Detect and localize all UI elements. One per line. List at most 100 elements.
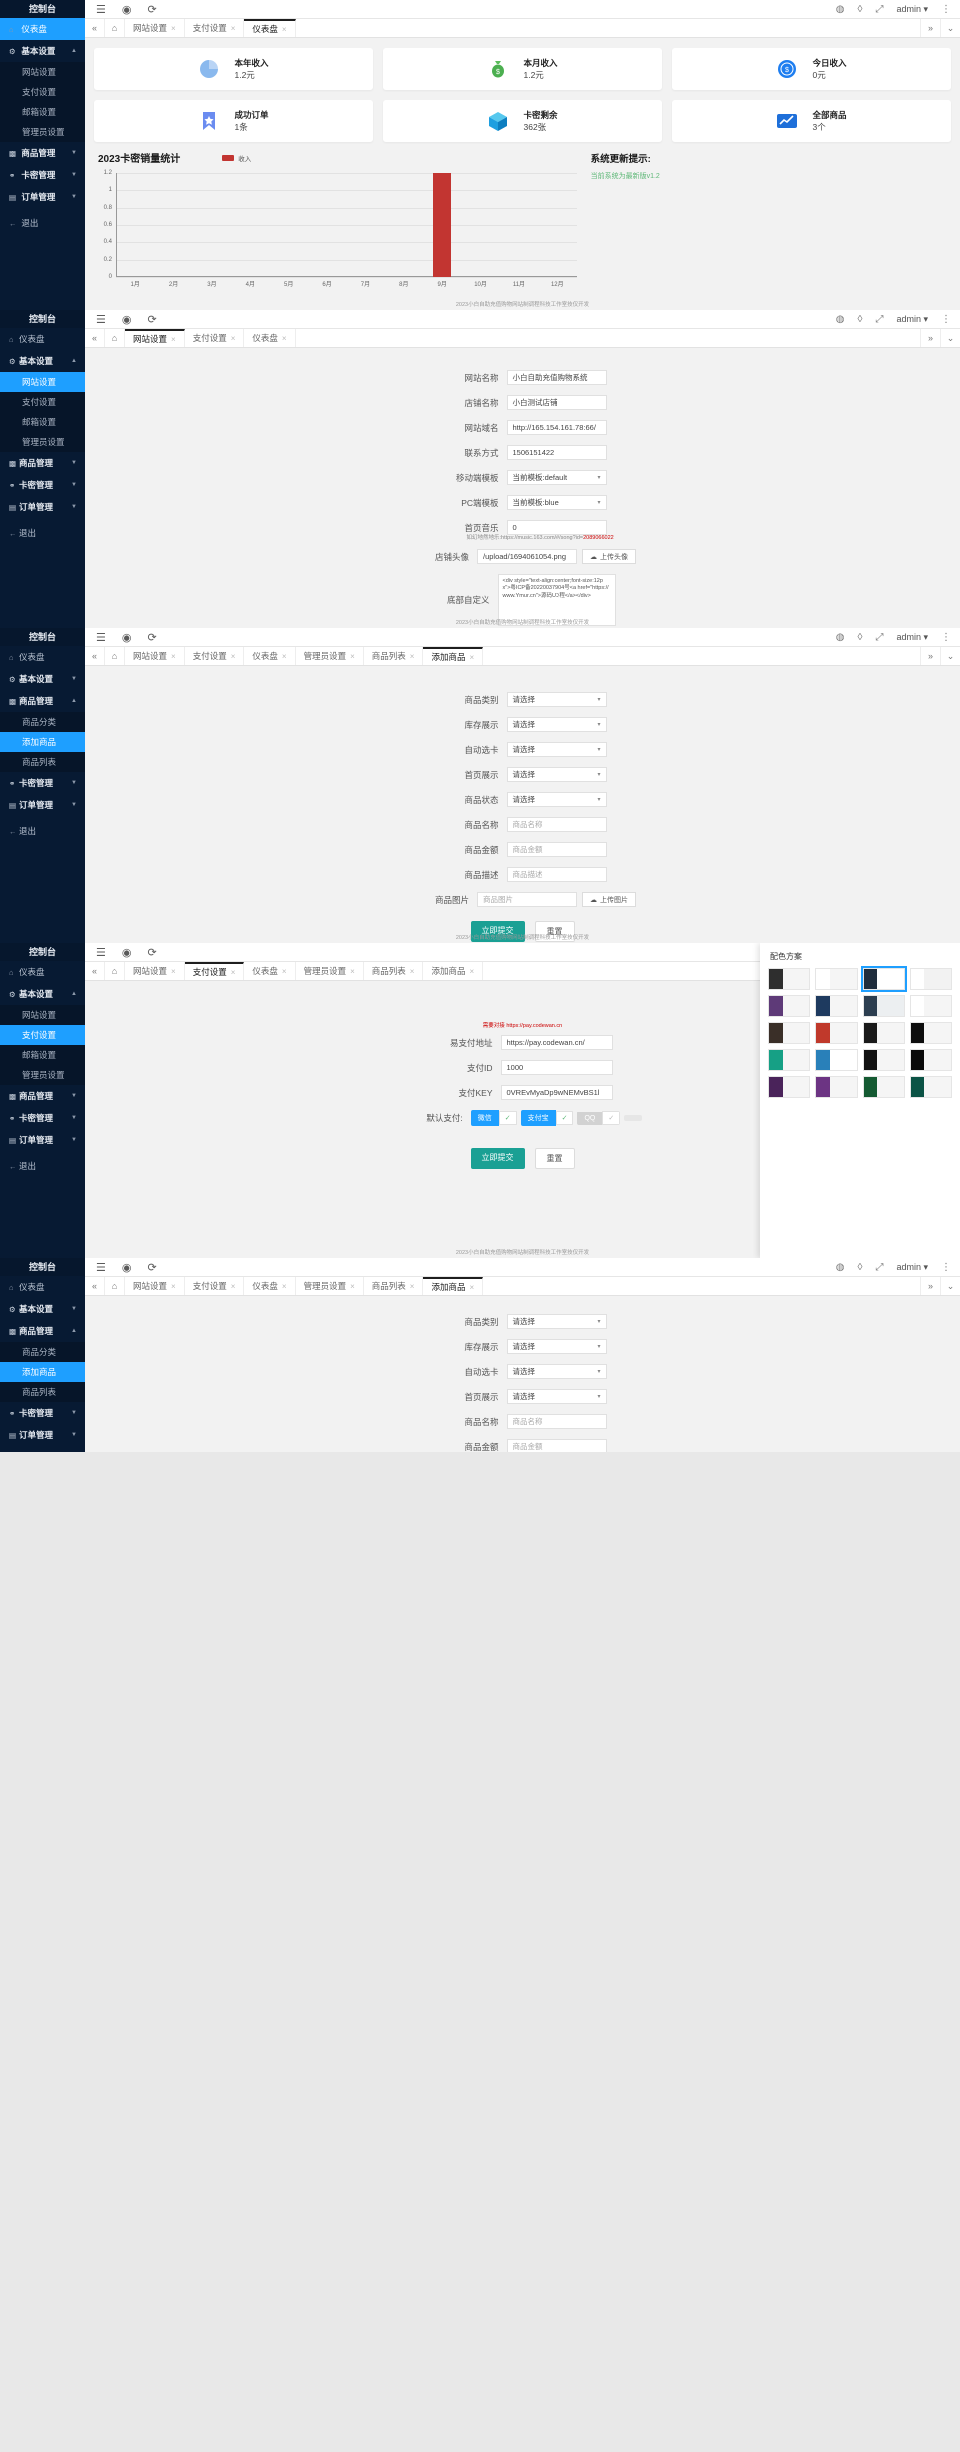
pc-template-select[interactable]: 当前模板:blue ▾: [506, 495, 607, 510]
sidebar-item-payment-settings[interactable]: 支付设置: [0, 392, 85, 412]
close-icon[interactable]: ×: [282, 1282, 287, 1291]
sidebar-group-goods[interactable]: ▩ 商品管理 ▲: [0, 1320, 85, 1342]
sidebar-group-cards[interactable]: ⚭ 卡密管理 ▼: [0, 474, 85, 496]
sidebar-item-admin-settings[interactable]: 管理员设置: [0, 432, 85, 452]
upload-avatar-button[interactable]: ☁ 上传头像: [582, 549, 636, 564]
tab-website-settings[interactable]: 网站设置 ×: [125, 329, 185, 347]
palette-icon[interactable]: ◍: [836, 314, 845, 325]
tab-website-settings[interactable]: 网站设置 ×: [125, 962, 185, 980]
contact-input[interactable]: 1506151422: [506, 445, 607, 460]
tab-dashboard[interactable]: 仪表盘 ×: [244, 19, 296, 37]
tab-product-list[interactable]: 商品列表 ×: [363, 647, 424, 665]
fullscreen-icon[interactable]: ⤢: [875, 632, 883, 643]
product-price-input[interactable]: 商品金额: [506, 842, 607, 857]
sidebar-item-payment-settings[interactable]: 支付设置: [0, 82, 85, 102]
theme-swatch[interactable]: [862, 1076, 905, 1098]
menu-toggle-icon[interactable]: ☰: [96, 3, 106, 16]
tab-add-product[interactable]: 添加商品 ×: [423, 962, 484, 980]
sidebar-group-orders[interactable]: ▤ 订单管理 ▼: [0, 1424, 85, 1446]
sidebar-item-logout[interactable]: ←退出: [0, 522, 85, 544]
close-icon[interactable]: ×: [231, 24, 236, 33]
sidebar-item-product-category[interactable]: 商品分类: [0, 712, 85, 732]
theme-swatch[interactable]: [815, 1076, 858, 1098]
theme-swatch[interactable]: [909, 1076, 952, 1098]
theme-swatch[interactable]: [815, 1022, 858, 1044]
sidebar-group-basic-settings[interactable]: ⚙ 基本设置 ▲: [0, 350, 85, 372]
close-icon[interactable]: ×: [350, 652, 355, 661]
sidebar-item-website-settings[interactable]: 网站设置: [0, 1005, 85, 1025]
payment-toggle-wechat[interactable]: 微信 ✓: [470, 1110, 517, 1126]
sidebar-item-website-settings[interactable]: 网站设置: [0, 372, 85, 392]
theme-swatch[interactable]: [815, 995, 858, 1017]
refresh-icon[interactable]: ⟳: [147, 3, 156, 16]
sidebar-item-website-settings[interactable]: 网站设置: [0, 62, 85, 82]
close-icon[interactable]: ×: [469, 1283, 474, 1292]
shop-name-input[interactable]: 小白测试店铺: [506, 395, 607, 410]
close-icon[interactable]: ×: [469, 653, 474, 662]
payment-toggle-alipay[interactable]: 支付宝 ✓: [520, 1110, 574, 1126]
tab-product-list[interactable]: 商品列表 ×: [363, 1277, 424, 1295]
theme-icon[interactable]: ◉: [122, 3, 132, 16]
tab-scroll-right[interactable]: »: [920, 1277, 940, 1295]
sidebar-item-product-category[interactable]: 商品分类: [0, 1342, 85, 1362]
sidebar-group-cards[interactable]: ⚭ 卡密管理 ▼: [0, 1107, 85, 1129]
tab-home-icon[interactable]: ⌂: [105, 962, 125, 980]
refresh-icon[interactable]: ⟳: [147, 631, 156, 644]
tab-home-icon[interactable]: ⌂: [105, 647, 125, 665]
tab-payment-settings[interactable]: 支付设置 ×: [184, 1277, 245, 1295]
tag-icon[interactable]: ◊: [857, 314, 862, 325]
tab-menu-icon[interactable]: ⌄: [940, 329, 960, 347]
tab-dashboard[interactable]: 仪表盘 ×: [244, 962, 296, 980]
user-menu[interactable]: admin ▾: [896, 1262, 928, 1273]
sidebar-item-product-list[interactable]: 商品列表: [0, 1382, 85, 1402]
refresh-icon[interactable]: ⟳: [147, 1261, 156, 1274]
more-icon[interactable]: ⋮: [941, 4, 951, 15]
theme-swatch[interactable]: [862, 1049, 905, 1071]
theme-icon[interactable]: ◉: [122, 313, 132, 326]
close-icon[interactable]: ×: [231, 968, 236, 977]
pay-url-input[interactable]: https://pay.codewan.cn/: [500, 1035, 613, 1050]
theme-swatch[interactable]: [909, 1049, 952, 1071]
product-desc-input[interactable]: 商品描述: [506, 867, 607, 882]
auto-card-select[interactable]: 请选择 ▾: [506, 742, 607, 757]
palette-icon[interactable]: ◍: [836, 1262, 845, 1273]
theme-swatch[interactable]: [860, 966, 907, 992]
close-icon[interactable]: ×: [410, 967, 415, 976]
sidebar-group-cards[interactable]: ⚭ 卡密管理 ▼: [0, 1402, 85, 1424]
close-icon[interactable]: ×: [282, 334, 287, 343]
close-icon[interactable]: ×: [410, 1282, 415, 1291]
product-category-select[interactable]: 请选择 ▾: [506, 1314, 607, 1329]
user-menu[interactable]: admin ▾: [896, 314, 928, 325]
tab-admin-settings[interactable]: 管理员设置 ×: [295, 962, 364, 980]
refresh-icon[interactable]: ⟳: [147, 946, 156, 959]
tab-payment-settings[interactable]: 支付设置 ×: [184, 647, 245, 665]
auto-card-select[interactable]: 请选择 ▾: [506, 1364, 607, 1379]
theme-swatch[interactable]: [768, 1076, 811, 1098]
sidebar-group-orders[interactable]: ▤ 订单管理 ▼: [0, 496, 85, 518]
sidebar-group-cards[interactable]: ⚭ 卡密管理 ▼: [0, 164, 85, 186]
tab-scroll-right[interactable]: »: [920, 647, 940, 665]
tab-menu-icon[interactable]: ⌄: [940, 19, 960, 37]
sidebar-group-orders[interactable]: ▤ 订单管理 ▼: [0, 186, 85, 208]
close-icon[interactable]: ×: [231, 652, 236, 661]
sidebar-item-admin-settings[interactable]: 管理员设置: [0, 1065, 85, 1085]
tab-scroll-left[interactable]: «: [85, 19, 105, 37]
stock-display-select[interactable]: 请选择 ▾: [506, 1339, 607, 1354]
chart-bar[interactable]: [433, 173, 451, 277]
tab-home-icon[interactable]: ⌂: [105, 19, 125, 37]
theme-swatch[interactable]: [909, 968, 952, 990]
tab-menu-icon[interactable]: ⌄: [940, 647, 960, 665]
sidebar-group-goods[interactable]: ▩ 商品管理 ▼: [0, 142, 85, 164]
tab-scroll-right[interactable]: »: [920, 329, 940, 347]
sidebar-item-product-list[interactable]: 商品列表: [0, 752, 85, 772]
sidebar-item-logout[interactable]: ← 退出: [0, 212, 85, 234]
sidebar-group-cards[interactable]: ⚭ 卡密管理 ▼: [0, 772, 85, 794]
home-display-select[interactable]: 请选择 ▾: [506, 767, 607, 782]
theme-swatch[interactable]: [815, 1049, 858, 1071]
close-icon[interactable]: ×: [350, 1282, 355, 1291]
sidebar-item-payment-settings[interactable]: 支付设置: [0, 1025, 85, 1045]
product-category-select[interactable]: 请选择 ▾: [506, 692, 607, 707]
sidebar-item-email-settings[interactable]: 邮箱设置: [0, 102, 85, 122]
sidebar-group-goods[interactable]: ▩ 商品管理 ▲: [0, 690, 85, 712]
close-icon[interactable]: ×: [282, 967, 287, 976]
